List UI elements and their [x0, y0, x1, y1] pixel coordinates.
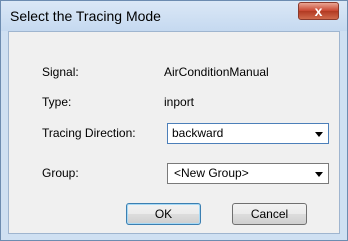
close-button[interactable]: x	[298, 2, 339, 20]
tracing-direction-label: Tracing Direction:	[42, 126, 136, 140]
chevron-down-icon	[315, 132, 323, 137]
ok-button[interactable]: OK	[126, 203, 201, 225]
cancel-button[interactable]: Cancel	[232, 203, 307, 225]
type-label: Type:	[42, 95, 72, 109]
group-label: Group:	[42, 166, 79, 180]
type-value: inport	[164, 95, 195, 109]
chevron-down-icon	[315, 172, 323, 177]
group-selected: <New Group>	[174, 166, 249, 180]
tracing-mode-dialog: Select the Tracing Mode x Signal: AirCon…	[0, 0, 348, 241]
dialog-body: Signal: AirConditionManual Type: inport …	[8, 31, 340, 234]
close-icon: x	[314, 3, 323, 19]
signal-value: AirConditionManual	[164, 65, 269, 79]
dialog-title: Select the Tracing Mode	[10, 8, 161, 24]
title-bar[interactable]: Select the Tracing Mode x	[1, 1, 347, 31]
signal-label: Signal:	[42, 65, 79, 79]
group-dropdown[interactable]: <New Group>	[167, 163, 329, 184]
tracing-direction-selected: backward	[172, 126, 224, 140]
tracing-direction-dropdown[interactable]: backward	[167, 123, 329, 144]
